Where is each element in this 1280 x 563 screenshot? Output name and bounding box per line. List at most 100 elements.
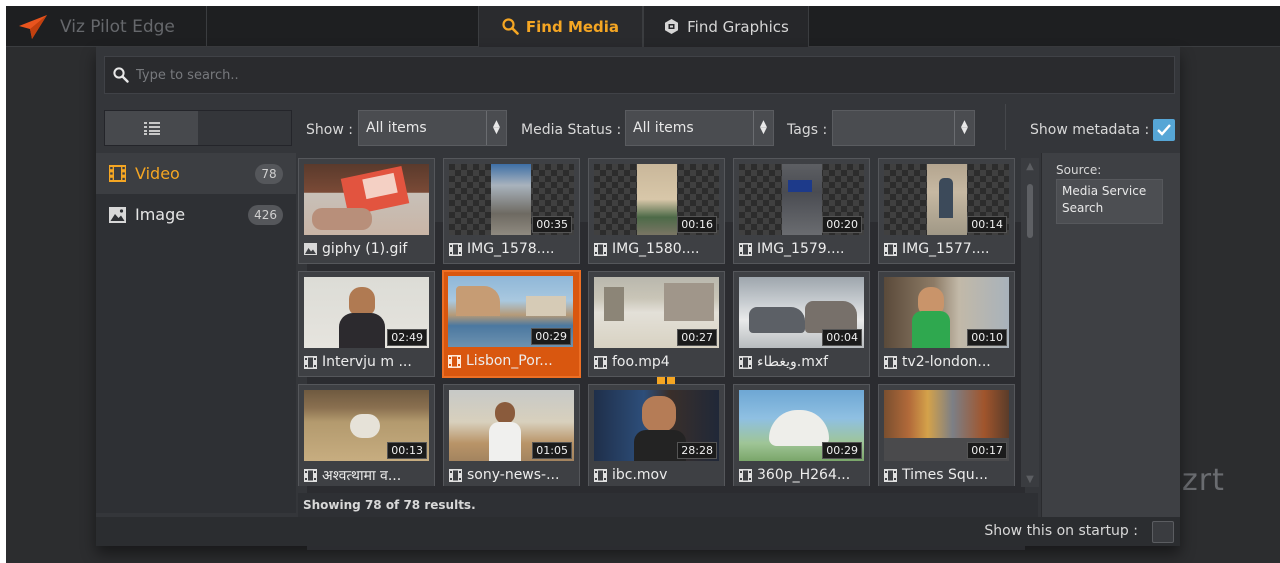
search-bar	[104, 56, 1175, 94]
media-thumbnail	[304, 164, 429, 235]
media-card-sony-news[interactable]: 01:05 sony-news-...	[443, 384, 580, 486]
image-icon	[109, 206, 126, 223]
metadata-panel: Source: Media Service Search	[1041, 153, 1180, 517]
show-metadata-checkbox[interactable]	[1153, 119, 1175, 141]
show-on-startup-label: Show this on startup :	[984, 523, 1138, 539]
film-icon	[109, 165, 126, 182]
show-metadata-label: Show metadata :	[1030, 122, 1150, 138]
media-thumbnail: 00:13	[304, 390, 429, 461]
media-thumbnail: 00:29	[448, 276, 573, 347]
count-badge: 78	[255, 163, 283, 184]
media-thumbnail: 02:49	[304, 277, 429, 348]
duration-badge: 28:28	[677, 442, 717, 459]
show-select[interactable]: All items ▲ ▼	[358, 110, 507, 146]
show-label: Show :	[306, 122, 353, 138]
film-icon	[739, 355, 752, 369]
sidebar-item-label: Image	[135, 205, 186, 224]
media-thumbnail: 00:04	[739, 277, 864, 348]
media-card-360p[interactable]: 00:29 360p_H264...	[733, 384, 870, 486]
search-input[interactable]	[136, 67, 1036, 83]
scroll-up-arrow-icon[interactable]: ▲	[1021, 158, 1039, 174]
tab-label: Find Graphics	[687, 17, 789, 36]
film-icon	[884, 468, 897, 482]
media-status-label: Media Status :	[521, 122, 622, 138]
media-card-name: IMG_1577....	[884, 238, 1010, 260]
media-card-name: Lisbon_Por...	[448, 350, 575, 372]
film-icon	[739, 468, 752, 482]
scroll-down-arrow-icon[interactable]: ▼	[1021, 471, 1039, 487]
app-window: Viz Pilot Edge Find Media Find Graphics …	[6, 6, 1280, 563]
results-status: Showing 78 of 78 results.	[298, 493, 1038, 517]
graphics-icon	[665, 19, 679, 34]
scroll-thumb[interactable]	[1027, 184, 1033, 238]
vizrt-watermark: zrt	[1182, 463, 1225, 498]
updown-arrow-icon: ▲ ▼	[954, 111, 974, 145]
media-thumbnail: 28:28	[594, 390, 719, 461]
media-type-sidebar: Video 78 Image 426	[96, 153, 296, 513]
media-thumbnail: 01:05	[449, 390, 574, 461]
app-title: Viz Pilot Edge	[60, 16, 175, 37]
media-thumbnail: 00:29	[739, 390, 864, 461]
media-card-img-1578[interactable]: 00:35 IMG_1578....	[443, 158, 580, 264]
media-card-name: अश्वत्थामा व...	[304, 464, 430, 486]
media-card-img-1580[interactable]: 00:16 IMG_1580....	[588, 158, 725, 264]
media-card-name: Intervju m ...	[304, 351, 430, 373]
brand: Viz Pilot Edge	[6, 6, 207, 47]
media-thumbnail: 00:27	[594, 277, 719, 348]
media-thumbnail: 00:20	[739, 164, 864, 235]
updown-arrow-icon: ▲ ▼	[753, 111, 773, 145]
media-card-times-square[interactable]: 00:17 Times Squ...	[878, 384, 1015, 486]
film-icon	[884, 242, 897, 256]
film-icon	[594, 468, 607, 482]
sidebar-item-image[interactable]: Image 426	[96, 194, 296, 235]
duration-badge: 00:35	[532, 216, 572, 233]
film-icon	[594, 355, 607, 369]
duration-badge: 02:49	[387, 329, 427, 346]
media-card-arabic-mxf[interactable]: 00:04 ويغطاء.mxf	[733, 271, 870, 377]
media-status-select[interactable]: All items ▲ ▼	[625, 110, 774, 146]
media-thumbnail: 00:10	[884, 277, 1009, 348]
search-icon	[113, 67, 129, 83]
media-card-lisbon[interactable]: 00:29 Lisbon_Por...	[442, 270, 581, 378]
media-card-giphy[interactable]: giphy (1).gif	[298, 158, 435, 264]
media-card-img-1579[interactable]: 00:20 IMG_1579....	[733, 158, 870, 264]
media-thumbnail: 00:35	[449, 164, 574, 235]
media-card-name: 360p_H264...	[739, 464, 865, 486]
title-bar: Viz Pilot Edge Find Media Find Graphics	[6, 6, 1280, 47]
filter-toolbar: Show : All items ▲ ▼ Media Status : All i…	[96, 104, 1180, 550]
list-view-icon	[143, 121, 160, 135]
show-on-startup-checkbox[interactable]	[1152, 521, 1174, 543]
media-card-tv2-london[interactable]: 00:10 tv2-london...	[878, 271, 1015, 377]
duration-badge: 00:29	[531, 328, 571, 345]
find-media-panel: Show : All items ▲▼ Media Status : All i…	[96, 47, 1180, 550]
grid-scrollbar[interactable]: ▲ ▼	[1021, 158, 1039, 487]
list-view-button[interactable]	[105, 111, 198, 145]
duration-badge: 00:29	[822, 442, 862, 459]
film-icon	[448, 354, 461, 368]
duration-badge: 00:10	[967, 329, 1007, 346]
media-card-name: Times Squ...	[884, 464, 1010, 486]
checkmark-icon	[1157, 124, 1171, 136]
media-thumbnail: 00:16	[594, 164, 719, 235]
media-card-img-1577[interactable]: 00:14 IMG_1577....	[878, 158, 1015, 264]
paper-plane-icon	[19, 14, 47, 39]
media-card-foo[interactable]: 00:27 foo.mp4	[588, 271, 725, 377]
tags-label: Tags :	[787, 122, 828, 138]
sidebar-item-video[interactable]: Video 78	[96, 153, 296, 194]
media-card-intervju[interactable]: 02:49 Intervju m ...	[298, 271, 435, 377]
film-icon	[884, 355, 897, 369]
media-card-hindi[interactable]: 00:13 अश्वत्थामा व...	[298, 384, 435, 486]
tags-select[interactable]: ▲ ▼	[832, 110, 975, 146]
tab-find-media[interactable]: Find Media	[478, 6, 643, 47]
media-thumbnail: 00:14	[884, 164, 1009, 235]
duration-badge: 00:27	[677, 329, 717, 346]
film-icon	[449, 242, 462, 256]
media-card-name: ويغطاء.mxf	[739, 351, 865, 373]
media-card-name: sony-news-...	[449, 464, 575, 486]
tab-find-graphics[interactable]: Find Graphics	[643, 6, 809, 47]
panel-footer: Show this on startup :	[96, 517, 1180, 546]
media-card-name: giphy (1).gif	[304, 238, 430, 260]
media-card-name: foo.mp4	[594, 351, 720, 373]
media-card-ibc[interactable]: 28:28 ibc.mov	[588, 384, 725, 486]
count-badge: 426	[248, 204, 283, 225]
